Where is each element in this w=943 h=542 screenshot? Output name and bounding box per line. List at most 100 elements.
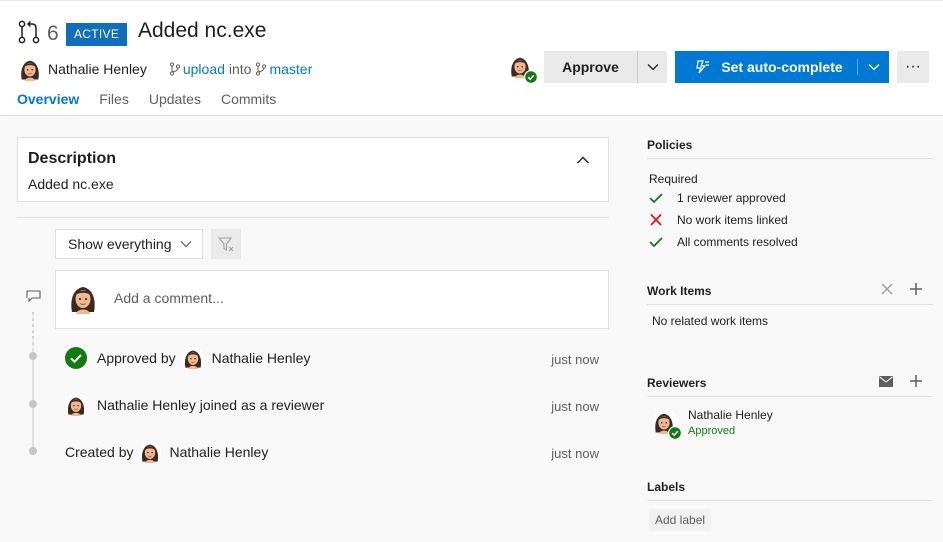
policy-item: All comments resolved <box>649 234 798 250</box>
check-icon <box>649 193 663 204</box>
timeline-dot <box>29 400 37 408</box>
more-actions-button[interactable]: ··· <box>897 51 929 83</box>
reviewers-header: Reviewers <box>647 374 933 397</box>
labels-title: Labels <box>647 480 933 501</box>
created-by-user[interactable]: Nathalie Henley <box>169 444 268 460</box>
policies-section: Policies <box>647 138 933 159</box>
chevron-down-icon <box>868 64 879 71</box>
tab-commits[interactable]: Commits <box>221 91 276 107</box>
tab-overview[interactable]: Overview <box>17 91 79 107</box>
author-row: Nathalie Henley upload into master <box>18 56 312 82</box>
reviewer-item[interactable]: Nathalie Henley Approved <box>652 408 773 437</box>
policies-title: Policies <box>647 138 933 159</box>
timeline-line <box>32 312 34 454</box>
page-title: Added nc.exe <box>138 19 267 42</box>
timeline-item-joined: Nathalie Henley joined as a reviewer <box>65 393 324 417</box>
status-badge: ACTIVE <box>66 23 128 46</box>
approve-split-button: Approve <box>544 51 667 83</box>
approve-button[interactable]: Approve <box>544 51 637 83</box>
timeline-item-created: Created by Nathalie Henley <box>65 440 268 464</box>
my-vote-avatar <box>508 54 534 80</box>
pr-header: 6 ACTIVE Added nc.exe Nathalie Henley up… <box>0 0 943 116</box>
tab-updates[interactable]: Updates <box>149 91 201 107</box>
branch-info: upload into master <box>169 61 312 77</box>
source-branch-link[interactable]: upload <box>183 61 225 77</box>
approved-badge-icon <box>668 426 682 440</box>
plus-icon <box>910 375 922 387</box>
error-x-icon <box>650 214 662 226</box>
remove-work-item-button[interactable] <box>881 283 893 295</box>
description-title: Description <box>28 150 117 167</box>
autocomplete-icon <box>696 60 710 74</box>
tab-files[interactable]: Files <box>99 91 129 107</box>
comment-placeholder: Add a comment... <box>114 290 224 306</box>
avatar <box>67 282 99 314</box>
avatar <box>65 394 87 416</box>
comment-icon <box>26 290 41 303</box>
autocomplete-options-button[interactable] <box>857 59 889 75</box>
timeline-dot <box>29 352 37 360</box>
approve-options-button[interactable] <box>637 51 667 83</box>
pull-request-icon <box>18 20 40 44</box>
chevron-up-icon[interactable] <box>576 155 590 165</box>
plus-icon <box>910 283 922 295</box>
reviewers-actions <box>863 374 923 388</box>
add-reviewer-button[interactable] <box>909 374 923 388</box>
set-autocomplete-label: Set auto-complete <box>721 59 843 75</box>
description-card: Description Added nc.exe <box>17 137 609 202</box>
avatar[interactable] <box>18 57 42 81</box>
work-items-empty-text: No related work items <box>652 314 769 328</box>
comment-input-box[interactable]: Add a comment... <box>55 270 609 329</box>
avatar <box>182 347 204 369</box>
reviewers-title: Reviewers <box>647 376 707 390</box>
policy-item: 1 reviewer approved <box>649 190 786 206</box>
labels-section: Labels <box>647 480 933 501</box>
timestamp: just now <box>551 352 599 367</box>
autocomplete-split-button: Set auto-complete <box>675 51 889 83</box>
avatar <box>652 410 678 436</box>
approved-badge-icon <box>524 70 538 84</box>
policy-label: 1 reviewer approved <box>677 191 786 205</box>
mail-icon <box>879 375 893 387</box>
set-autocomplete-button[interactable]: Set auto-complete <box>675 51 857 83</box>
avatar <box>139 441 161 463</box>
branch-icon <box>256 62 267 76</box>
work-items-section: Work Items <box>647 282 933 305</box>
email-reviewers-button[interactable] <box>879 375 893 387</box>
timeline-item-approved: Approved by Nathalie Henley <box>65 346 310 370</box>
filter-icon <box>218 237 234 252</box>
joined-reviewer-text: Nathalie Henley joined as a reviewer <box>97 397 325 413</box>
divider <box>17 217 609 218</box>
timestamp: just now <box>551 399 599 414</box>
chevron-down-icon <box>180 241 191 248</box>
activity-filter-dropdown[interactable]: Show everything <box>55 229 203 259</box>
branch-icon <box>169 62 180 76</box>
approved-by-user[interactable]: Nathalie Henley <box>212 350 311 366</box>
target-branch-link[interactable]: master <box>269 61 312 77</box>
policy-item: No work items linked <box>649 212 788 228</box>
add-label-button[interactable]: Add label <box>649 509 712 531</box>
tab-bar: Overview Files Updates Commits <box>17 91 296 107</box>
timeline-dot <box>29 447 37 455</box>
approved-by-label: Approved by <box>97 350 176 366</box>
reviewer-vote: Approved <box>688 425 736 437</box>
pr-id: 6 <box>47 22 59 45</box>
work-items-header: Work Items <box>647 282 933 305</box>
check-icon <box>649 237 663 248</box>
into-label: into <box>228 61 252 77</box>
reviewers-section: Reviewers <box>647 374 933 397</box>
author-name[interactable]: Nathalie Henley <box>48 61 147 77</box>
reviewer-info: Nathalie Henley Approved <box>688 408 773 437</box>
policy-label: All comments resolved <box>677 235 798 249</box>
add-work-item-button[interactable] <box>909 282 923 296</box>
created-by-label: Created by <box>65 444 134 460</box>
approved-check-icon <box>65 347 87 369</box>
activity-filter-label: Show everything <box>68 236 172 252</box>
close-icon <box>881 283 893 295</box>
timestamp: just now <box>551 446 599 461</box>
reviewer-name: Nathalie Henley <box>688 408 773 422</box>
policies-required-label: Required <box>649 172 698 186</box>
chevron-down-icon <box>647 64 658 71</box>
policy-label: No work items linked <box>677 213 788 227</box>
filter-options-button[interactable] <box>211 229 241 259</box>
